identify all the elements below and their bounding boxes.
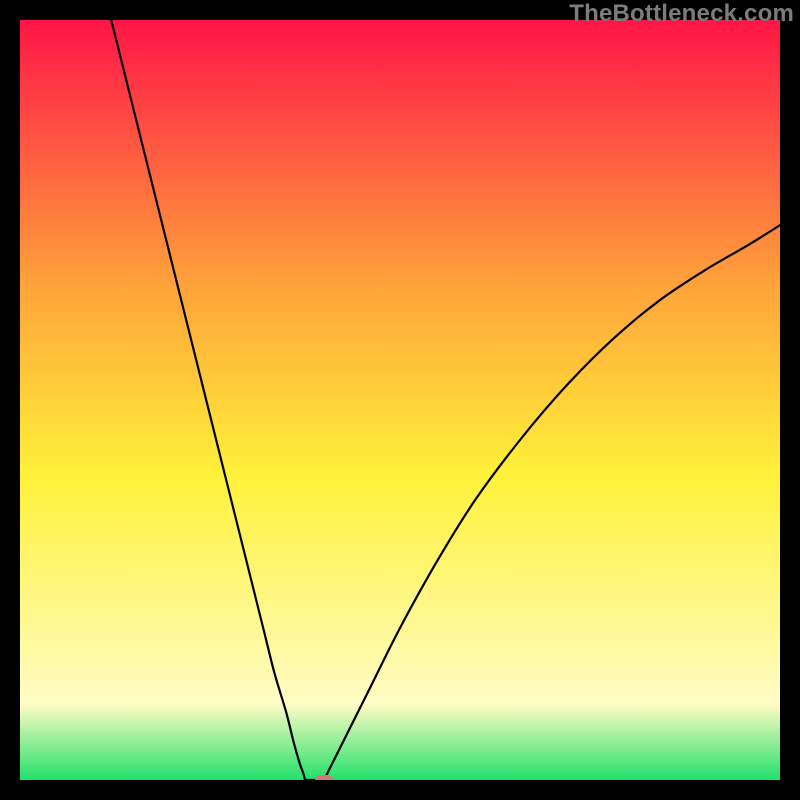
gradient-background xyxy=(20,20,780,780)
plot-area xyxy=(20,20,780,780)
chart-frame: TheBottleneck.com xyxy=(0,0,800,800)
watermark-text: TheBottleneck.com xyxy=(569,0,794,28)
